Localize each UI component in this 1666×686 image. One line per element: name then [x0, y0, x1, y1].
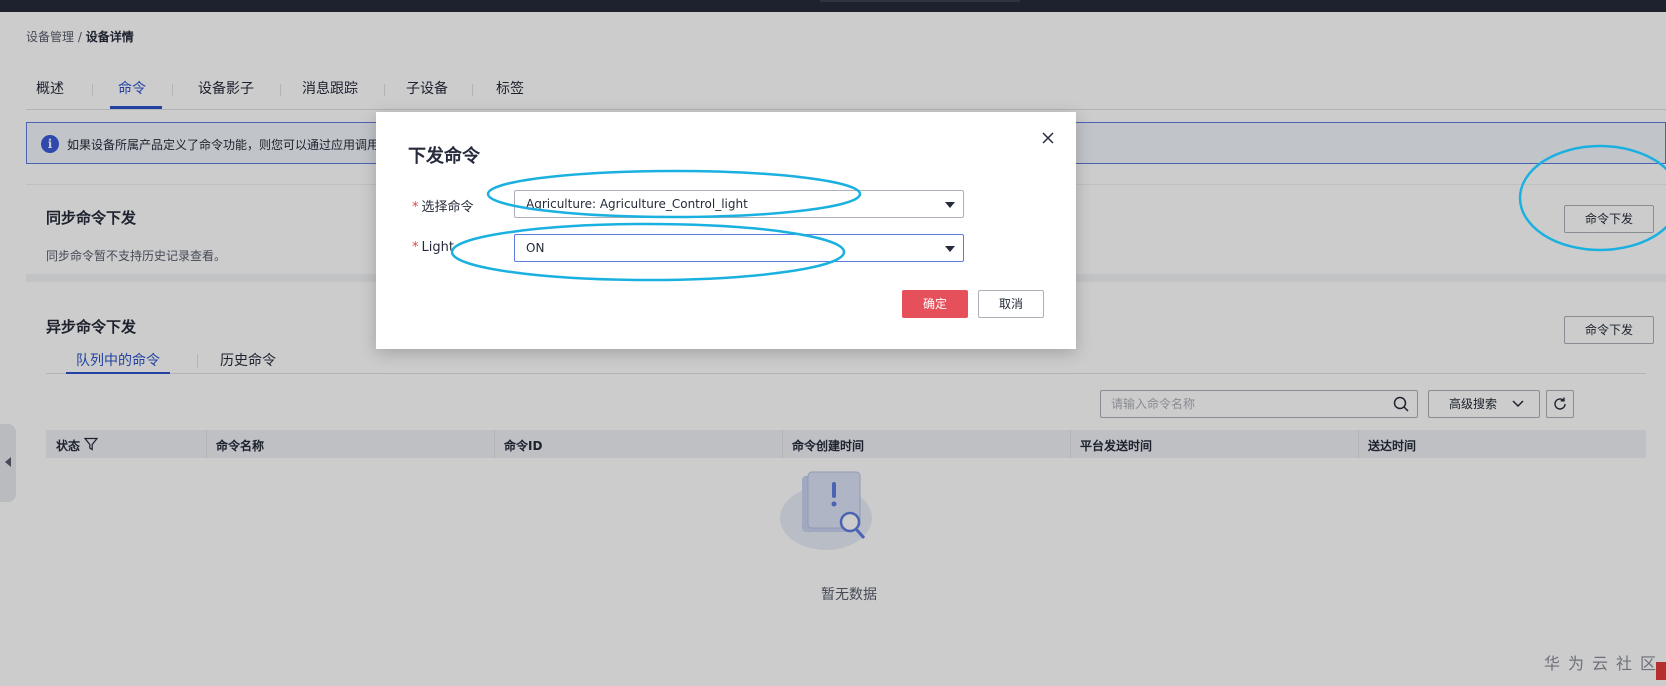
light-select-label: * Light — [412, 240, 454, 255]
light-select[interactable]: ON — [514, 234, 964, 262]
caret-down-icon — [945, 246, 955, 252]
send-command-dialog: 下发命令 * 选择命令 Agriculture: Agriculture_Cont… — [376, 112, 1076, 349]
close-icon[interactable] — [1040, 130, 1056, 146]
required-marker: * — [412, 200, 419, 215]
caret-down-icon — [945, 202, 955, 208]
required-marker: * — [412, 240, 419, 255]
cancel-button[interactable]: 取消 — [978, 290, 1044, 318]
confirm-button[interactable]: 确定 — [902, 290, 968, 318]
light-select-value: ON — [526, 241, 545, 255]
command-select-label: * 选择命令 — [412, 200, 474, 215]
command-select[interactable]: Agriculture: Agriculture_Control_light — [514, 190, 964, 218]
dialog-title: 下发命令 — [408, 146, 480, 167]
command-select-value: Agriculture: Agriculture_Control_light — [526, 197, 748, 211]
